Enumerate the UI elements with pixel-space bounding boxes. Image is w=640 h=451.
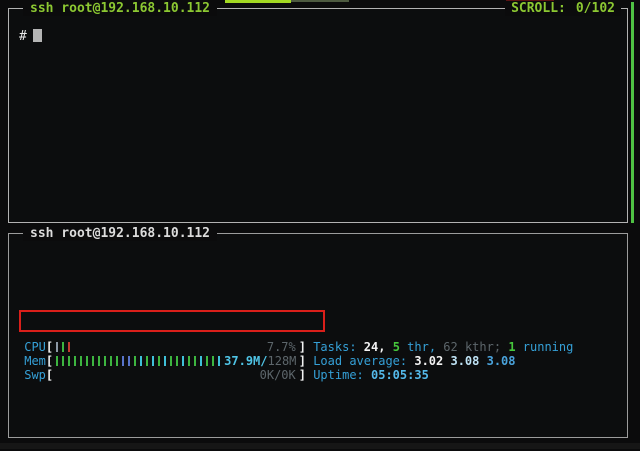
meter-bar: [86, 356, 88, 366]
top-edge-artifact-dim: [291, 0, 349, 2]
meter-bar: [212, 356, 214, 366]
text-cursor: [33, 29, 42, 42]
meter-bar: [116, 356, 118, 366]
meter-line: Mem[37.9M/128M]Load average: 3.02 3.08 3…: [17, 354, 627, 368]
meter-line: Swp[0K/0K]Uptime: 05:05:35: [17, 368, 627, 382]
meter-value-text: 7.7%: [267, 340, 296, 354]
stats-text: 62 kthr;: [443, 340, 508, 354]
mem-annotation-box: [19, 310, 325, 332]
meter-bar: [98, 356, 100, 366]
scroll-label: SCROLL:: [511, 1, 566, 16]
active-pane-accent: [631, 2, 634, 223]
stats-text: 05:05:35: [371, 368, 429, 382]
swp-meter: Swp[0K/0K]: [17, 368, 306, 382]
meter-bar: [68, 356, 70, 366]
meter-value-text: 128M: [268, 354, 297, 368]
meter-bar: [158, 356, 160, 366]
meter-label: Swp: [17, 368, 46, 382]
meter-bar: [146, 356, 148, 366]
htop-meters: CPU[7.7%]Tasks: 24, 5 thr, 62 kthr; 1 ru…: [17, 298, 627, 382]
meter-bar: [92, 356, 94, 366]
meter-bracket-close: ]: [299, 354, 306, 368]
stats-text: 5: [393, 340, 400, 354]
meter-bracket-open: [: [46, 340, 53, 354]
scroll-indicator: SCROLL: 0/102: [505, 1, 621, 16]
meter-bar: [104, 356, 106, 366]
meter-line: CPU[7.7%]Tasks: 24, 5 thr, 62 kthr; 1 ru…: [17, 340, 627, 354]
meter-bracket-open: [: [46, 368, 53, 382]
meter-bar: [188, 356, 190, 366]
stats-text: 3.08: [487, 354, 516, 368]
meter-bar: [68, 342, 70, 352]
meter-bar: [122, 356, 124, 366]
scroll-value: 0/102: [576, 1, 615, 16]
meter-bar: [110, 356, 112, 366]
meter-value-text: 0K/0K: [260, 368, 296, 382]
bottom-strip: [0, 443, 640, 449]
meter-bracket-close: ]: [299, 368, 306, 382]
meter-bar: [128, 356, 130, 366]
stats-text: 1: [508, 340, 515, 354]
meter-bar: [80, 356, 82, 366]
meter-bar: [206, 356, 208, 366]
meter-bar: [74, 356, 76, 366]
meter-bar: [200, 356, 202, 366]
meter-value: 37.9M/128M: [224, 354, 296, 368]
meter-bar: [164, 356, 166, 366]
meter-value: 0K/0K: [260, 368, 296, 382]
meter-bars: 0K/0K: [53, 368, 299, 382]
meter-bar: [62, 356, 64, 366]
stats-text: thr,: [400, 340, 443, 354]
stats-line: Load average: 3.02 3.08 3.08: [306, 354, 516, 368]
stats-line: Uptime: 05:05:35: [306, 368, 429, 382]
stats-text: 24,: [364, 340, 393, 354]
meter-value: 7.7%: [267, 340, 296, 354]
terminal-pane-bottom[interactable]: ssh root@192.168.10.112 CPU[7.7%]Tasks: …: [8, 233, 628, 438]
meter-bar: [62, 342, 64, 352]
stats-text: 3.08: [450, 354, 486, 368]
meter-bars: 37.9M/128M: [53, 354, 299, 368]
meter-value-text: 37.9M/: [224, 354, 267, 368]
meter-label: CPU: [17, 340, 46, 354]
stats-text: running: [516, 340, 574, 354]
meter-bar: [194, 356, 196, 366]
cpu-meter: CPU[7.7%]: [17, 340, 306, 354]
meter-bars: 7.7%: [53, 340, 299, 354]
meter-bar: [56, 356, 58, 366]
screen: ssh root@192.168.10.112 SCROLL:0/102 # s…: [0, 0, 640, 451]
stats-text: Load average:: [313, 354, 414, 368]
meter-bar: [140, 356, 142, 366]
meter-label: Mem: [17, 354, 46, 368]
htop-app: CPU[7.7%]Tasks: 24, 5 thr, 62 kthr; 1 ru…: [9, 234, 627, 451]
mem-meter: Mem[37.9M/128M]: [17, 354, 306, 368]
prompt-symbol: #: [19, 29, 27, 44]
top-edge-artifact-bright: [225, 0, 291, 3]
stats-text: 3.02: [414, 354, 450, 368]
stats-text: Tasks:: [313, 340, 364, 354]
meter-bar: [218, 356, 220, 366]
meter-bar: [134, 356, 136, 366]
meter-bracket-open: [: [46, 354, 53, 368]
meter-bar: [176, 356, 178, 366]
stats-text: Uptime:: [313, 368, 371, 382]
meter-bar: [56, 342, 58, 352]
meter-bar: [182, 356, 184, 366]
meter-bracket-close: ]: [299, 340, 306, 354]
meter-bar: [170, 356, 172, 366]
top-pane-title: ssh root@192.168.10.112: [23, 1, 217, 16]
terminal-pane-top[interactable]: ssh root@192.168.10.112 SCROLL:0/102 #: [8, 8, 628, 223]
stats-line: Tasks: 24, 5 thr, 62 kthr; 1 running: [306, 340, 573, 354]
meter-bar: [152, 356, 154, 366]
